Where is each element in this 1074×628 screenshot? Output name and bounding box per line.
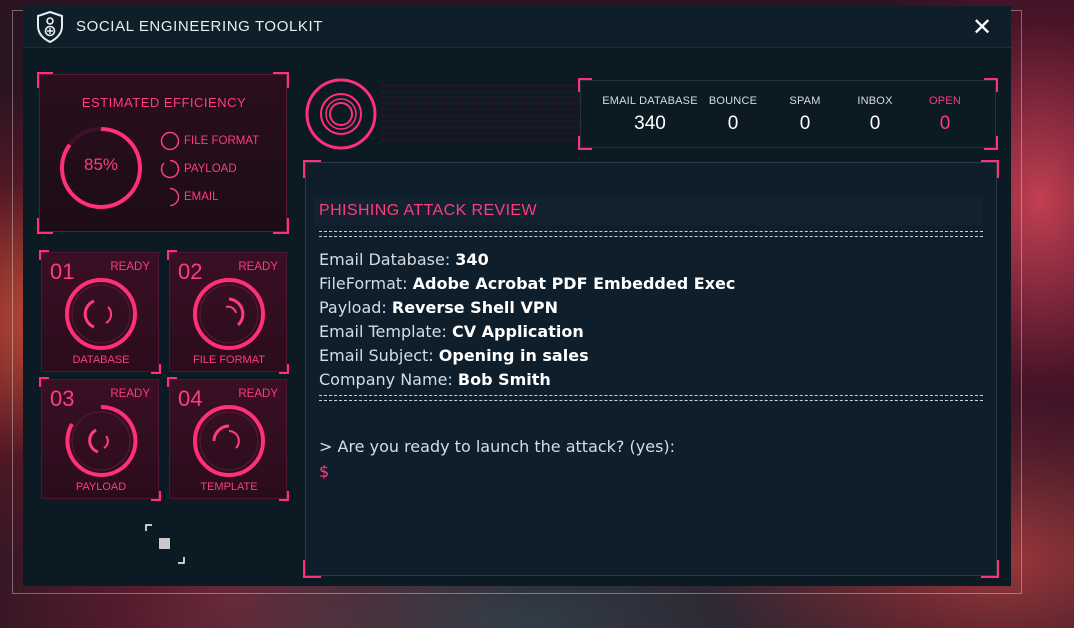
review-row-email-subject: Email Subject: Opening in sales [319, 346, 589, 365]
stat-email-database: EMAIL DATABASE 340 [595, 95, 705, 135]
stat-label: SPAM [789, 95, 821, 107]
stat-value: 0 [799, 113, 811, 134]
stat-value: 0 [869, 113, 881, 134]
module-status: READY [238, 388, 278, 400]
stat-bounce: BOUNCE 0 [705, 95, 761, 135]
efficiency-percent: 85% [83, 155, 119, 174]
module-payload[interactable]: 03 READY PAYLOAD [41, 379, 159, 499]
loading-icon [145, 524, 185, 564]
stat-inbox: INBOX 0 [847, 95, 903, 135]
module-status: READY [110, 261, 150, 273]
stat-label: BOUNCE [708, 95, 758, 107]
module-dial-icon [193, 278, 265, 350]
efficiency-panel: ESTIMATED EFFICIENCY 85% FILE FORMAT PAY… [39, 74, 287, 232]
terminal-panel[interactable]: PHISHING ATTACK REVIEW Email Database: 3… [305, 162, 997, 576]
module-file-format[interactable]: 02 READY FILE FORMAT [169, 252, 287, 372]
module-label: FILE FORMAT [193, 354, 265, 366]
module-template[interactable]: 04 READY TEMPLATE [169, 379, 287, 499]
launch-prompt: > Are you ready to launch the attack? (y… [319, 437, 676, 456]
review-row-payload: Payload: Reverse Shell VPN [319, 298, 558, 317]
title-bar[interactable]: SOCIAL ENGINEERING TOOLKIT ✕ [23, 6, 1011, 48]
module-dial-icon [65, 278, 137, 350]
checklist-label: PAYLOAD [184, 163, 237, 175]
review-row-company-name: Company Name: Bob Smith [319, 370, 551, 389]
module-dial-icon [193, 405, 265, 477]
checklist-item-payload: PAYLOAD [160, 155, 259, 183]
progress-ring-icon [169, 187, 180, 207]
stat-open: OPEN 0 [917, 95, 973, 135]
progress-ring-icon [160, 159, 180, 179]
module-status: READY [110, 388, 150, 400]
separator-line [319, 395, 983, 401]
module-label: TEMPLATE [200, 481, 258, 493]
radar-icon [305, 78, 377, 150]
stat-value: 0 [727, 113, 739, 134]
stat-label: INBOX [857, 95, 893, 107]
checklist-item-email: EMAIL [160, 183, 259, 211]
close-button[interactable]: ✕ [969, 14, 995, 40]
review-row-email-database: Email Database: 340 [319, 250, 489, 269]
stats-panel: EMAIL DATABASE 340 BOUNCE 0 SPAM 0 INBOX… [580, 80, 996, 148]
content-area: ESTIMATED EFFICIENCY 85% FILE FORMAT PAY… [23, 60, 1011, 586]
separator-line [319, 231, 983, 237]
stat-label: OPEN [929, 95, 961, 107]
checklist: FILE FORMAT PAYLOAD EMAIL [160, 127, 259, 211]
input-symbol: $ [319, 462, 330, 481]
window-title: SOCIAL ENGINEERING TOOLKIT [76, 18, 324, 35]
toolkit-window: SOCIAL ENGINEERING TOOLKIT ✕ ESTIMATED E… [23, 6, 1011, 586]
checklist-label: EMAIL [184, 191, 219, 203]
checklist-item-file-format: FILE FORMAT [160, 127, 259, 155]
module-database[interactable]: 01 READY DATABASE [41, 252, 159, 372]
efficiency-title: ESTIMATED EFFICIENCY [81, 95, 247, 110]
review-rows: Email Database: 340 FileFormat: Adobe Ac… [319, 248, 735, 392]
stat-value: 0 [939, 113, 951, 134]
signal-bars [381, 84, 581, 144]
stat-spam: SPAM 0 [777, 95, 833, 135]
module-label: PAYLOAD [75, 481, 127, 493]
stat-label: EMAIL DATABASE [602, 95, 698, 107]
stat-value: 340 [634, 113, 666, 134]
module-status: READY [238, 261, 278, 273]
review-row-email-template: Email Template: CV Application [319, 322, 584, 341]
checklist-label: FILE FORMAT [184, 135, 260, 147]
terminal-header: PHISHING ATTACK REVIEW [314, 197, 982, 225]
review-row-file-format: FileFormat: Adobe Acrobat PDF Embedded E… [319, 274, 736, 293]
terminal-input[interactable] [334, 461, 934, 483]
module-dial-icon [65, 404, 138, 477]
module-label: DATABASE [72, 354, 130, 366]
progress-ring-icon [160, 131, 180, 151]
shield-logo-icon [35, 10, 65, 44]
